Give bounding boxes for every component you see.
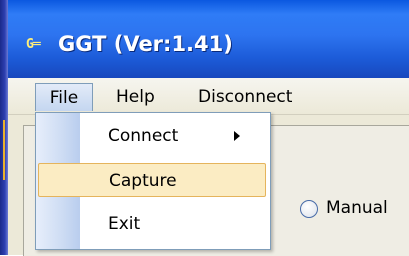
menu-item-connect[interactable]: Connect: [38, 119, 266, 153]
title-bar[interactable]: G═ GGT (Ver:1.41): [8, 0, 409, 78]
manual-radio-label: Manual: [326, 198, 388, 218]
menu-disconnect[interactable]: Disconnect: [188, 83, 302, 111]
menu-item-capture[interactable]: Capture: [38, 163, 266, 197]
submenu-arrow-icon: [234, 131, 240, 141]
menu-item-exit-label: Exit: [108, 214, 141, 234]
background-window-edge: [0, 0, 8, 255]
menu-bar: File Help Disconnect: [8, 78, 409, 115]
menu-file[interactable]: File: [35, 83, 93, 111]
menu-item-connect-label: Connect: [108, 126, 179, 146]
file-menu-dropdown: Connect Capture Exit: [35, 112, 271, 250]
app-window: G═ GGT (Ver:1.41) File Help Disconnect M…: [8, 0, 409, 256]
menu-item-exit[interactable]: Exit: [38, 207, 266, 241]
menu-help[interactable]: Help: [106, 83, 165, 111]
app-icon: G═: [26, 37, 41, 52]
manual-radio-button[interactable]: [300, 200, 318, 218]
window-title: GGT (Ver:1.41): [58, 32, 233, 56]
menu-item-capture-label: Capture: [109, 171, 177, 191]
